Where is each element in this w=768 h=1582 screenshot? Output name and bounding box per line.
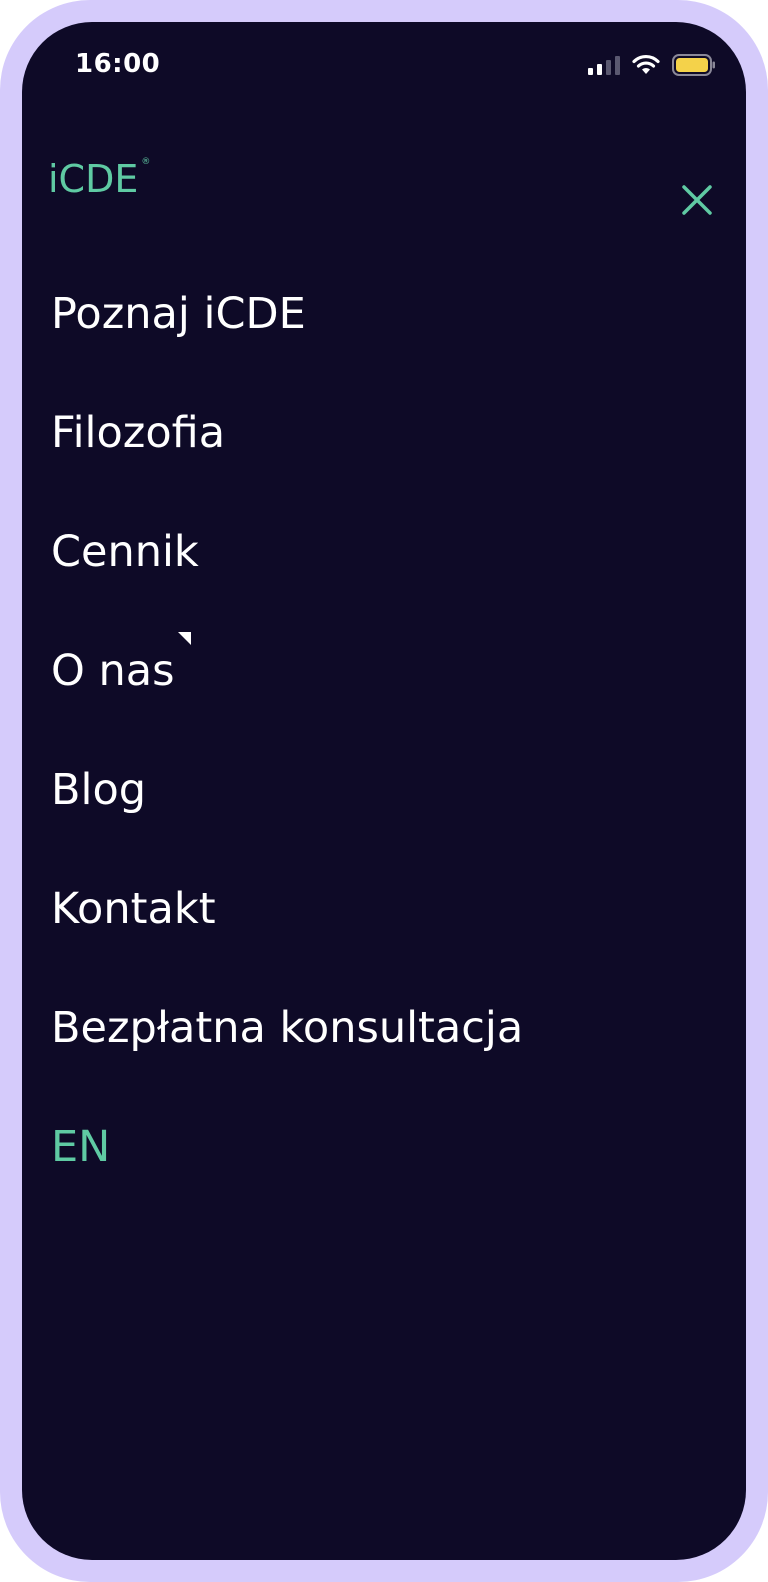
mobile-screen: 16:00 iCDE ® Poznaj iCDE Filozofia Cenni… (22, 22, 746, 1560)
brand-logo[interactable]: iCDE ® (48, 157, 150, 201)
menu-item-cennik: Cennik (51, 492, 731, 611)
menu-item-filozofia: Filozofia (51, 373, 731, 492)
menu-link-filozofia[interactable]: Filozofia (51, 408, 225, 458)
close-button[interactable] (680, 183, 714, 217)
main-menu: Poznaj iCDE Filozofia Cennik O nas Blog … (51, 254, 731, 1206)
battery-icon (672, 54, 715, 76)
close-icon (682, 185, 712, 215)
submenu-indicator-icon (177, 631, 191, 645)
signal-icon (588, 56, 620, 75)
menu-link-blog[interactable]: Blog (51, 765, 146, 815)
registered-mark: ® (141, 157, 151, 167)
menu-item-blog: Blog (51, 730, 731, 849)
menu-link-o-nas: O nas (51, 645, 175, 696)
menu-link-bezplatna-konsultacja[interactable]: Bezpłatna konsultacja (51, 1003, 523, 1053)
language-switch-en[interactable]: EN (51, 1122, 110, 1172)
menu-link-poznaj-icde[interactable]: Poznaj iCDE (51, 289, 306, 339)
menu-item-konsultacja: Bezpłatna konsultacja (51, 968, 731, 1087)
menu-item-kontakt: Kontakt (51, 849, 731, 968)
wifi-icon (632, 54, 660, 74)
menu-item-language: EN (51, 1087, 731, 1206)
menu-link-o-nas-wrapper[interactable]: O nas (51, 631, 191, 696)
menu-item-o-nas: O nas (51, 611, 731, 730)
status-icons (588, 53, 716, 77)
menu-link-cennik[interactable]: Cennik (51, 527, 199, 577)
menu-link-kontakt[interactable]: Kontakt (51, 884, 216, 934)
status-bar: 16:00 (22, 22, 746, 112)
device-frame: 16:00 iCDE ® Poznaj iCDE Filozofia Cenni… (0, 0, 768, 1582)
status-time: 16:00 (75, 49, 161, 79)
menu-item-poznaj: Poznaj iCDE (51, 254, 731, 373)
logo-text: iCDE (48, 157, 139, 201)
